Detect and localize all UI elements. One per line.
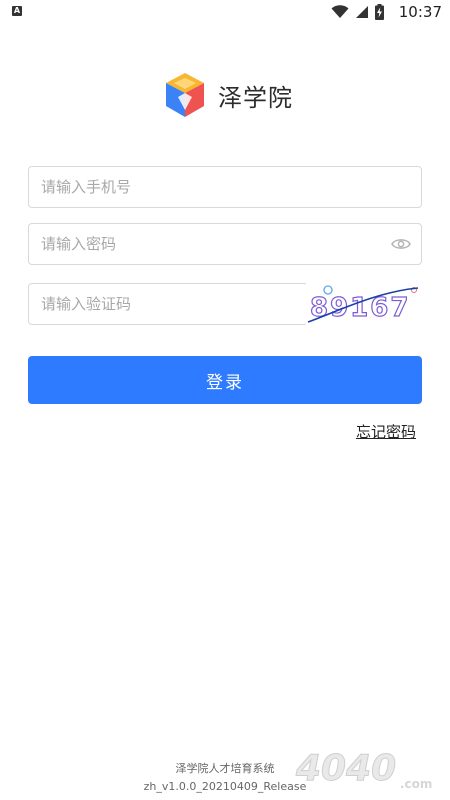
battery-charging-icon — [375, 4, 384, 20]
captcha-text: 89167 — [310, 293, 410, 323]
eye-icon[interactable] — [391, 235, 411, 253]
status-time: 10:37 — [398, 3, 442, 21]
android-notification-icon: A — [12, 6, 22, 16]
phone-input[interactable] — [29, 167, 421, 207]
password-input[interactable] — [29, 224, 379, 264]
captcha-field — [28, 283, 308, 325]
forgot-password-link[interactable]: 忘记密码 — [356, 421, 416, 442]
status-bar: A 10:37 — [0, 0, 450, 24]
brand-name: 泽学院 — [218, 83, 293, 112]
watermark-logo: 4040 .com — [295, 748, 433, 792]
login-screen: A 10:37 泽学院 请输入手机号 请输入验证码 89167 登录 忘记密码 … — [0, 0, 450, 800]
login-button[interactable]: 登录 — [28, 356, 422, 404]
status-icons — [331, 4, 384, 20]
phone-field — [28, 166, 422, 208]
watermark-suffix: .com — [400, 777, 432, 791]
captcha-image[interactable]: 89167 — [306, 282, 422, 328]
wifi-icon — [331, 5, 349, 18]
captcha-input[interactable] — [29, 284, 307, 324]
watermark-text: 4040 — [295, 748, 396, 789]
brand-logo: 泽学院 — [160, 70, 293, 120]
zexueyuan-cube-logo-icon — [166, 73, 204, 117]
cellular-signal-icon — [356, 6, 368, 18]
password-field — [28, 223, 422, 265]
